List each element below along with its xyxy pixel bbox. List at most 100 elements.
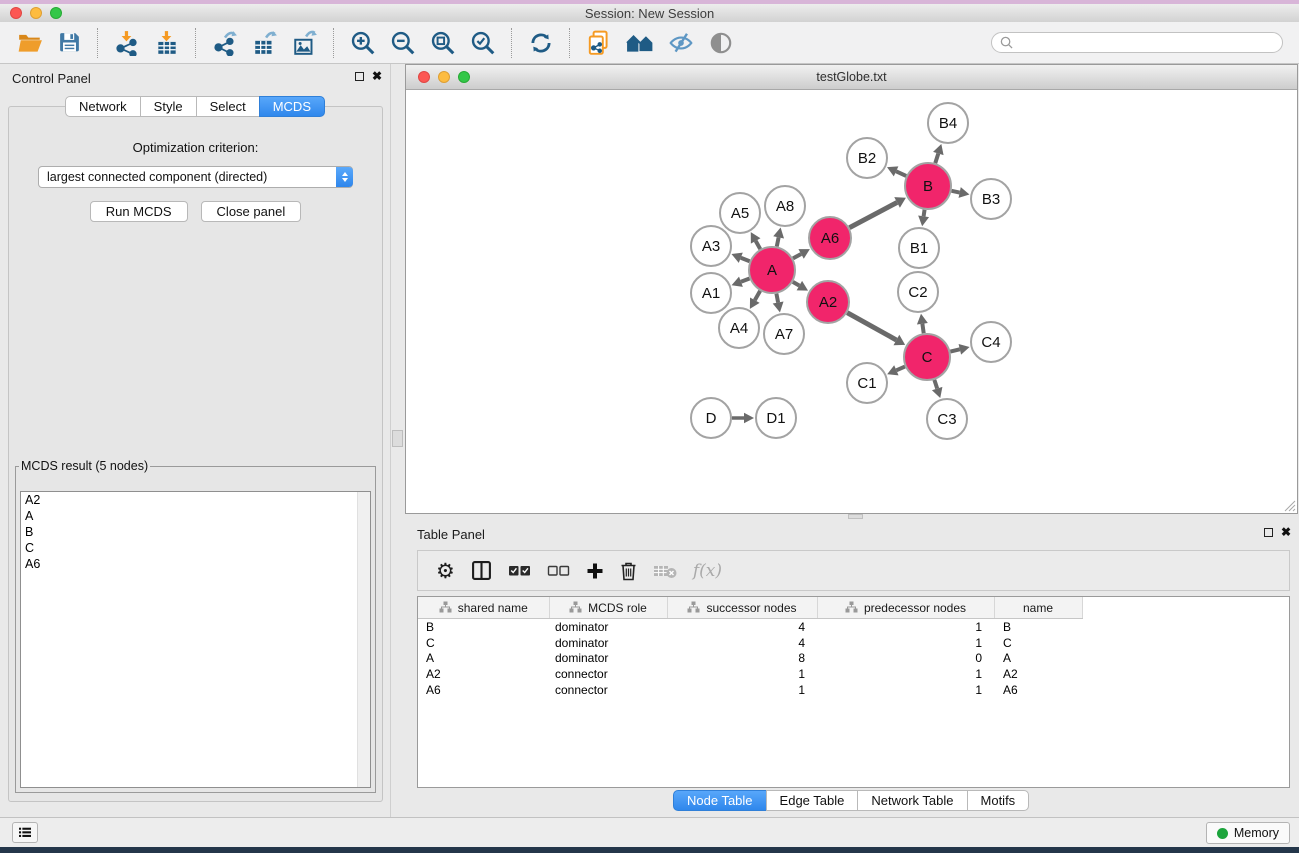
table-cell[interactable]: 1 [667, 682, 817, 698]
table-cell[interactable]: A6 [994, 682, 1082, 698]
close-panel-icon[interactable]: ✖ [1281, 527, 1291, 537]
graph-edge-A-A8[interactable] [777, 237, 779, 246]
minimize-window-button[interactable] [30, 7, 42, 19]
add-column-button[interactable] [586, 562, 604, 580]
column-header-predecessor-nodes[interactable]: predecessor nodes [817, 597, 994, 619]
export-table-button[interactable] [250, 27, 280, 59]
table-cell[interactable]: dominator [549, 619, 667, 635]
table-settings-button[interactable]: ⚙ [436, 561, 455, 581]
open-session-button[interactable] [15, 27, 45, 59]
table-cell[interactable]: 1 [667, 666, 817, 682]
graph-edge-C-C3[interactable] [934, 380, 937, 389]
table-row[interactable]: A6connector11A6 [418, 682, 1082, 698]
zoom-fit-button[interactable] [428, 27, 458, 59]
graph-edge-B-B4[interactable] [935, 153, 938, 163]
network-minimize-button[interactable] [438, 71, 450, 83]
node-table-container[interactable]: shared nameMCDS rolesuccessor nodesprede… [417, 596, 1290, 788]
resize-grip-icon[interactable] [1283, 499, 1296, 512]
table-cell[interactable]: B [994, 619, 1082, 635]
save-session-button[interactable] [55, 27, 84, 59]
table-cell[interactable]: 4 [667, 635, 817, 651]
criterion-select[interactable]: largest connected component (directed) [38, 166, 353, 188]
mcds-result-list[interactable]: A2ABCA6 [20, 491, 371, 788]
graph-edge-A-A3[interactable] [741, 258, 750, 261]
delete-column-button[interactable] [620, 561, 637, 581]
tab-mcds[interactable]: MCDS [259, 96, 325, 117]
tab-motifs[interactable]: Motifs [967, 790, 1030, 811]
export-network-button[interactable] [210, 27, 240, 59]
graph-edge-A-A5[interactable] [756, 241, 761, 249]
graph-edge-A-A4[interactable] [755, 291, 760, 300]
network-graph[interactable]: B4B2BB3A8A5A6B1A3AC2A1A2A4A7C4CC1C3DD1 [406, 90, 1297, 513]
network-window-titlebar[interactable]: testGlobe.txt [406, 65, 1297, 90]
memory-button[interactable]: Memory [1206, 822, 1290, 844]
task-history-button[interactable] [12, 822, 38, 843]
result-scrollbar[interactable] [357, 492, 370, 787]
function-builder-button[interactable]: f(x) [693, 561, 722, 581]
graph-edge-A2-C[interactable] [847, 313, 896, 340]
table-cell[interactable]: A2 [418, 666, 549, 682]
result-item[interactable]: A6 [21, 556, 370, 572]
table-cell[interactable]: 4 [667, 619, 817, 635]
duplicate-network-button[interactable] [584, 27, 614, 59]
table-cell[interactable]: dominator [549, 650, 667, 666]
zoom-selected-button[interactable] [468, 27, 498, 59]
table-cell[interactable]: C [994, 635, 1082, 651]
table-cell[interactable]: C [418, 635, 549, 651]
result-item[interactable]: C [21, 540, 370, 556]
close-panel-button[interactable]: Close panel [201, 201, 302, 222]
close-window-button[interactable] [10, 7, 22, 19]
search-input[interactable] [1018, 35, 1274, 51]
graph-edge-B-B1[interactable] [924, 210, 925, 217]
table-row[interactable]: A2connector11A2 [418, 666, 1082, 682]
export-image-button[interactable] [290, 27, 320, 59]
table-cell[interactable]: 0 [817, 650, 994, 666]
split-handle[interactable] [392, 430, 403, 447]
table-cell[interactable]: connector [549, 682, 667, 698]
result-item[interactable]: A2 [21, 492, 370, 508]
table-cell[interactable]: A6 [418, 682, 549, 698]
show-panel-button[interactable] [706, 27, 736, 59]
select-all-columns-button[interactable] [508, 564, 531, 578]
graph-edge-A-A1[interactable] [741, 278, 750, 281]
graph-edge-A-A6[interactable] [793, 254, 801, 258]
graph-edge-A6-B[interactable] [849, 202, 897, 227]
column-layout-button[interactable] [471, 560, 492, 581]
result-item[interactable]: B [21, 524, 370, 540]
search-box[interactable] [991, 32, 1283, 53]
tab-style[interactable]: Style [140, 96, 197, 117]
tab-node-table[interactable]: Node Table [673, 790, 767, 811]
import-network-button[interactable] [112, 27, 142, 59]
float-panel-icon[interactable] [1264, 528, 1273, 537]
column-header-successor-nodes[interactable]: successor nodes [667, 597, 817, 619]
table-row[interactable]: Adominator80A [418, 650, 1082, 666]
graph-edge-C-C4[interactable] [950, 349, 959, 351]
float-panel-icon[interactable] [355, 72, 364, 81]
zoom-out-button[interactable] [388, 27, 418, 59]
table-cell[interactable]: 1 [817, 635, 994, 651]
vertical-split-divider[interactable] [391, 64, 405, 818]
table-cell[interactable]: 1 [817, 619, 994, 635]
table-cell[interactable]: 8 [667, 650, 817, 666]
split-handle[interactable] [848, 514, 863, 519]
graph-edge-A-A7[interactable] [776, 294, 778, 303]
tab-select[interactable]: Select [196, 96, 260, 117]
table-cell[interactable]: A [418, 650, 549, 666]
column-header-name[interactable]: name [994, 597, 1082, 619]
tab-network[interactable]: Network [65, 96, 141, 117]
column-header-MCDS-role[interactable]: MCDS role [549, 597, 667, 619]
hide-panel-button[interactable] [666, 27, 696, 59]
graph-edge-C-C1[interactable] [896, 367, 905, 371]
close-panel-icon[interactable]: ✖ [372, 71, 382, 81]
table-cell[interactable]: A2 [994, 666, 1082, 682]
apply-layout-button[interactable] [526, 27, 556, 59]
network-close-button[interactable] [418, 71, 430, 83]
tab-network-table[interactable]: Network Table [857, 790, 967, 811]
graph-edge-A-A2[interactable] [793, 282, 800, 286]
import-table-button[interactable] [152, 27, 182, 59]
table-cell[interactable]: 1 [817, 682, 994, 698]
table-cell[interactable]: A [994, 650, 1082, 666]
tab-edge-table[interactable]: Edge Table [766, 790, 859, 811]
delete-table-button[interactable] [653, 563, 677, 579]
network-zoom-button[interactable] [458, 71, 470, 83]
